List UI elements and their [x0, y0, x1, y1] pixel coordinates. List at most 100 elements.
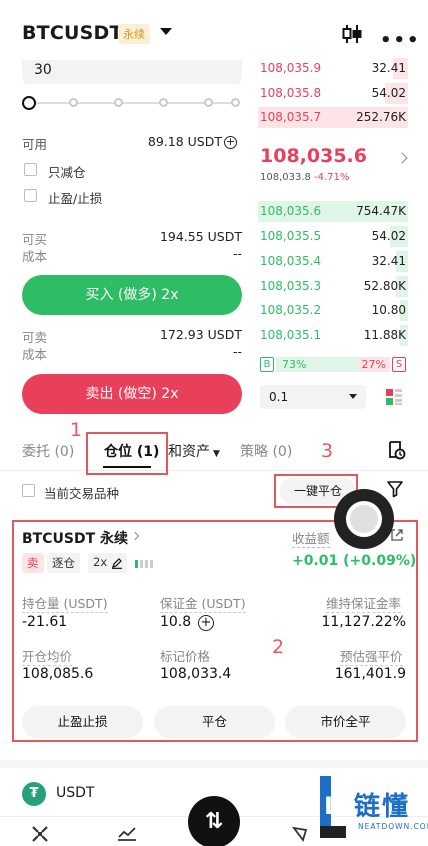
bid-qty: 754.47K — [356, 204, 406, 218]
home-grid-icon[interactable] — [30, 824, 50, 844]
reduce-only-checkbox[interactable] — [24, 163, 37, 176]
slider-step-75[interactable] — [159, 98, 168, 107]
futures-icon[interactable] — [292, 824, 310, 842]
bid-price: 108,035.6 — [260, 204, 322, 218]
buy-ratio-badge: B — [260, 357, 274, 372]
slider-knob[interactable] — [22, 96, 36, 110]
price-step-value: 0.1 — [269, 390, 289, 404]
bid-row[interactable]: 108,035.3 52.80K — [258, 276, 408, 297]
watermark-logo: L — [320, 776, 346, 838]
ask-row[interactable]: 108,035.7 252.76K — [258, 107, 408, 128]
mark-price-label: 标记价格 — [160, 649, 211, 664]
floating-assistive-button[interactable] — [334, 489, 394, 549]
mark-price: 108,033.8 — [260, 172, 311, 183]
tab-assets[interactable]: 和资产 ▼ — [168, 441, 220, 461]
ask-qty: 54.02 — [371, 86, 406, 100]
position-size-label: 持仓量 (USDT) — [22, 593, 108, 613]
slider-step-25[interactable] — [69, 98, 78, 107]
more-options-icon[interactable]: ••• — [380, 30, 421, 51]
watermark-text: 链懂 — [354, 792, 411, 822]
tp-sl-checkbox[interactable] — [24, 189, 37, 202]
ask-qty: 32.41 — [371, 61, 406, 75]
buy-sell-ratio: B 73% 27% S — [258, 356, 408, 374]
bid-price: 108,035.1 — [260, 328, 322, 342]
price-step-select[interactable]: 0.1 — [260, 385, 366, 409]
annotation-number-2: 2 — [272, 636, 285, 658]
order-history-icon[interactable] — [386, 440, 406, 460]
current-symbol-checkbox[interactable] — [22, 484, 35, 497]
tab-assets-label: 和资产 — [168, 444, 210, 460]
close-position-button[interactable]: 平仓 — [154, 706, 275, 738]
ask-price: 108,035.9 — [260, 61, 322, 75]
reduce-only-label: 只减仓 — [48, 165, 86, 180]
bid-price: 108,035.5 — [260, 229, 322, 243]
ask-row[interactable]: 108,035.9 32.41 — [258, 58, 408, 79]
bid-qty: 52.80K — [363, 279, 406, 293]
liquidation-price-value: 161,401.9 — [334, 666, 406, 682]
liquidation-price-label: 预估强平价 — [340, 646, 403, 666]
symbol-dropdown-icon[interactable] — [160, 28, 172, 35]
sell-ratio-badge: S — [392, 357, 406, 372]
tp-sl-button[interactable]: 止盈止损 — [22, 706, 143, 738]
markets-chart-icon[interactable] — [116, 824, 138, 842]
buy-ratio-value: 73% — [282, 358, 307, 371]
floating-button-inner — [346, 501, 382, 537]
margin-mode-tag[interactable]: 逐仓 — [47, 553, 80, 573]
trade-center-button[interactable]: ⇅ — [188, 796, 240, 846]
position-size-value: -21.61 — [22, 614, 68, 630]
annotation-number-3: 3 — [321, 440, 334, 462]
leverage-tag[interactable]: 2x — [88, 553, 128, 573]
slider-step-90[interactable] — [204, 98, 213, 107]
mark-price-value: 108,033.4 — [160, 666, 232, 682]
maintenance-margin-ratio-value: 11,127.22% — [321, 614, 406, 630]
bid-row[interactable]: 108,035.6 754.47K — [258, 201, 408, 222]
bid-row[interactable]: 108,035.4 32.41 — [258, 251, 408, 272]
adl-indicator-icon — [135, 560, 153, 568]
sell-short-button[interactable]: 卖出 (做空) 2x — [22, 374, 242, 414]
annotation-box-1 — [86, 432, 168, 475]
chevron-right-icon[interactable] — [396, 152, 408, 164]
usdt-coin-icon: ₮ — [22, 782, 46, 806]
position-title[interactable]: BTCUSDT 永续 — [22, 528, 128, 548]
market-close-all-button[interactable]: 市价全平 — [285, 706, 406, 738]
bid-row[interactable]: 108,035.5 54.02 — [258, 226, 408, 247]
bid-price: 108,035.3 — [260, 279, 322, 293]
buy-cost-label: 成本 — [22, 249, 48, 264]
symbol-title[interactable]: BTCUSDT — [22, 22, 123, 44]
quantity-input[interactable]: 30 — [22, 60, 242, 84]
bid-row[interactable]: 108,035.1 11.88K — [258, 325, 408, 346]
tab-orders[interactable]: 委托 (0) — [22, 441, 74, 461]
section-separator — [0, 760, 428, 768]
quantity-slider[interactable] — [22, 96, 240, 110]
pnl-label: 收益额 — [292, 528, 330, 548]
tab-strategies[interactable]: 策略 (0) — [240, 441, 292, 461]
watermark-subtext: NEATDOWN.COM — [358, 822, 428, 831]
slider-step-100[interactable] — [231, 98, 240, 107]
candlestick-chart-icon[interactable] — [340, 22, 364, 46]
bid-qty: 32.41 — [371, 254, 406, 268]
buy-cost-value: -- — [232, 246, 242, 261]
ask-qty: 252.76K — [356, 110, 406, 124]
orderbook-layout-icon[interactable] — [384, 387, 404, 407]
filter-icon[interactable] — [386, 480, 404, 498]
share-icon[interactable] — [390, 528, 404, 542]
edit-icon — [112, 558, 123, 569]
slider-step-50[interactable] — [114, 98, 123, 107]
ask-price: 108,035.8 — [260, 86, 322, 100]
contract-type-badge: 永续 — [118, 24, 150, 44]
buy-long-button[interactable]: 买入 (做多) 2x — [22, 275, 242, 315]
caret-down-icon — [349, 394, 357, 399]
bid-row[interactable]: 108,035.2 10.80 — [258, 300, 408, 321]
tab-divider — [0, 470, 428, 471]
ask-row[interactable]: 108,035.8 54.02 — [258, 83, 408, 104]
asset-coin-label[interactable]: USDT — [56, 785, 94, 801]
add-margin-icon[interactable]: + — [198, 615, 214, 631]
pnl-value: +0.01 (+0.09%) — [292, 553, 417, 569]
available-label: 可用 — [22, 137, 48, 152]
bid-qty: 11.88K — [363, 328, 406, 342]
annotation-number-1: 1 — [70, 419, 83, 441]
last-price: 108,035.6 — [260, 145, 367, 167]
transfer-plus-icon[interactable]: + — [224, 136, 237, 149]
max-sell-value: 172.93 USDT — [159, 327, 242, 342]
available-value: 89.18 USDT — [147, 134, 222, 149]
